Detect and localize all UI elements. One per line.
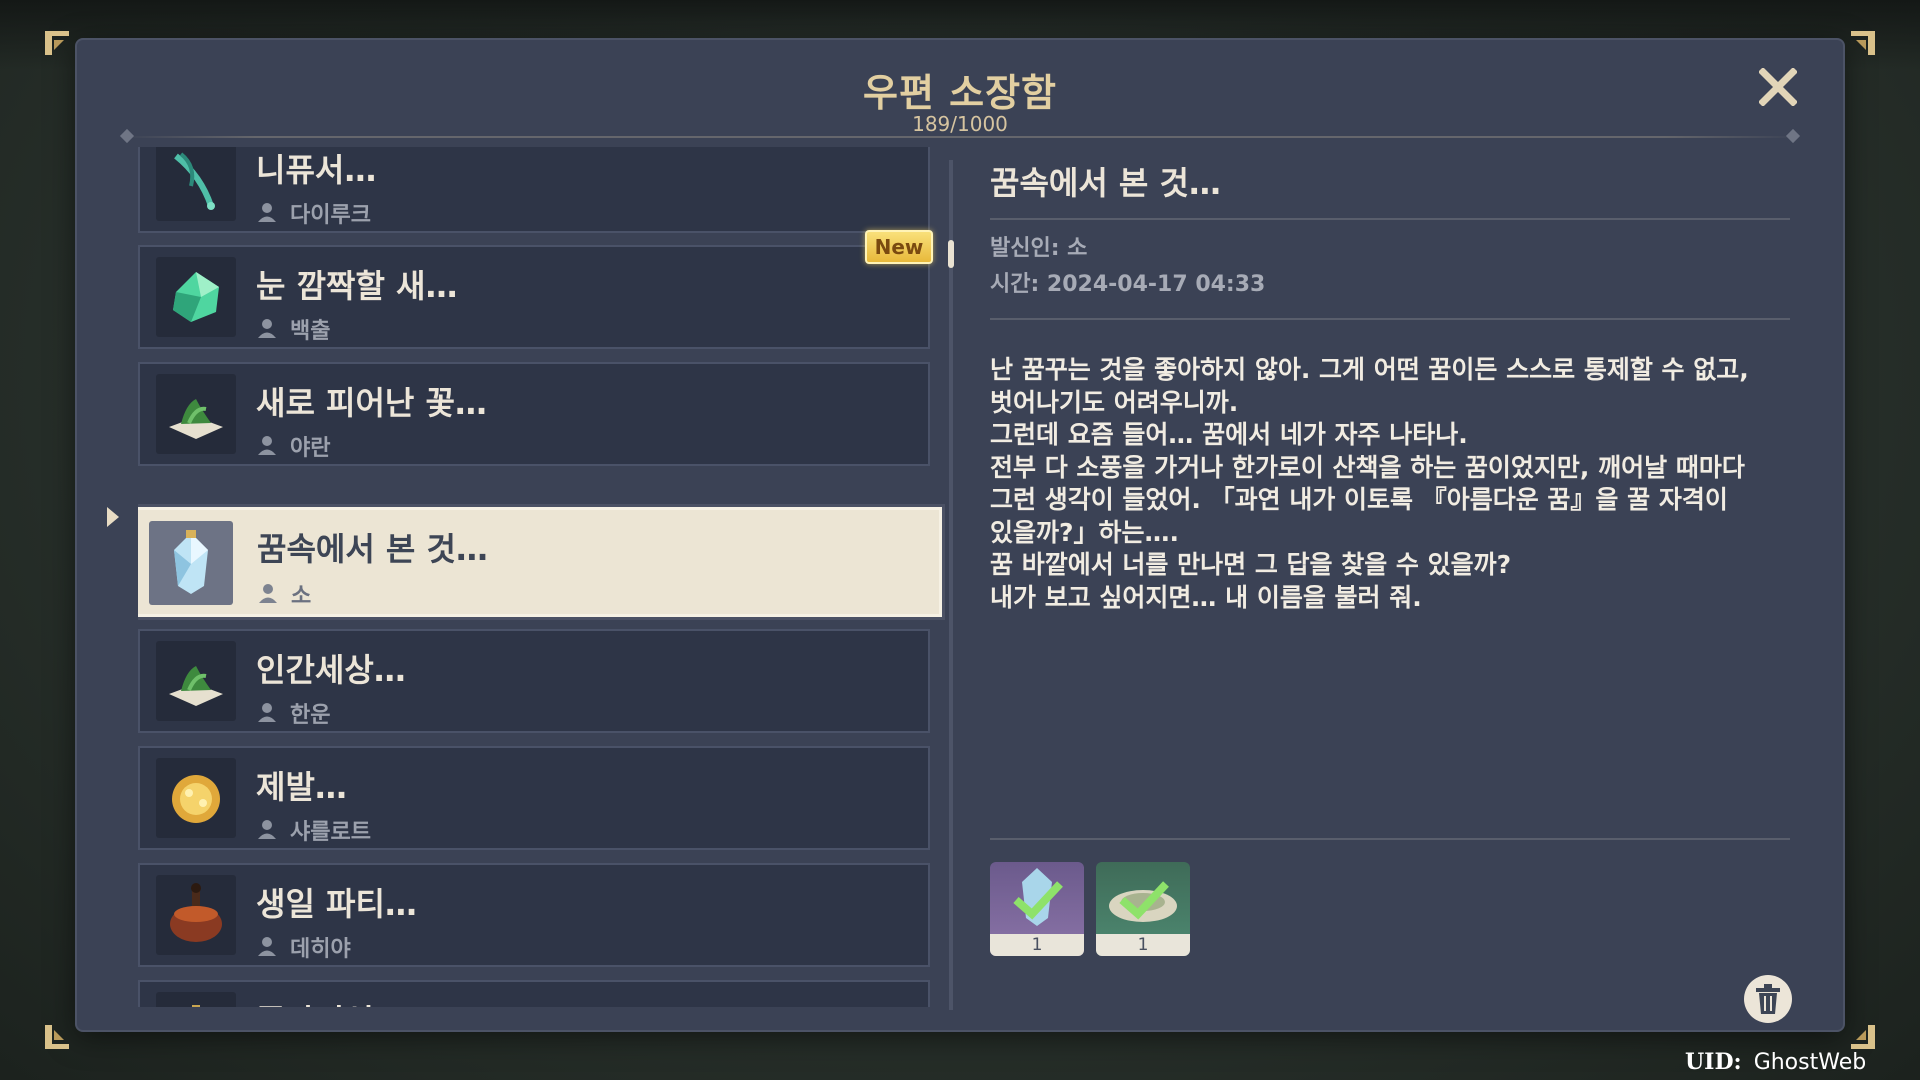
body-line: 꿈 바깥에서 너를 만나면 그 답을 찾을 수 있을까? (990, 550, 1512, 579)
sender-icon (259, 584, 277, 603)
dream-crystal-icon (149, 521, 233, 605)
scrollbar-thumb[interactable] (948, 240, 954, 268)
divider (990, 838, 1790, 840)
corner-ornament-icon (1848, 28, 1878, 58)
selection-arrow-icon (107, 507, 119, 527)
body-line: 그런데 요즘 들어… 꿈에서 네가 자주 나타나. (990, 420, 1468, 449)
body-line: 내가 보고 싶어지면… 내 이름을 불러 줘. (990, 582, 1422, 612)
mail-title: 생일 파티… (256, 885, 417, 923)
list-item[interactable]: 니퓨서… 다이루크 (138, 147, 930, 233)
new-badge: New (865, 230, 933, 264)
mail-count: 189/1000 (912, 112, 1008, 136)
list-item[interactable]: 제발… 샤를로트 (138, 746, 930, 850)
detail-title: 꿈속에서 본 것… (990, 164, 1221, 202)
detail-time: 시간: 2024-04-17 04:33 (990, 272, 1266, 297)
mail-title: 니퓨서… (256, 151, 377, 189)
header-divider (122, 136, 1798, 138)
mail-sender: 야란 (290, 436, 331, 461)
detail-body: 난 꿈꾸는 것을 좋아하지 않아. 그게 어떤 꿈이든 스스로 통제할 수 없고… (990, 354, 1790, 614)
sender-icon (258, 319, 276, 338)
list-item-selected[interactable]: 꿈속에서 본 것… 소 (138, 507, 942, 617)
list-item[interactable]: 새로 피어난 꽃… 야란 (138, 362, 930, 466)
list-item[interactable]: 생일 파티… 데히야 (138, 863, 930, 967)
mail-sender: 다이루크 (290, 203, 371, 228)
body-line: 벗어나기도 어려우니까. (990, 387, 1239, 417)
delete-button[interactable] (1744, 975, 1792, 1023)
crystal-icon (156, 257, 236, 337)
uid-display: UID: GhostWeb (1685, 1049, 1866, 1075)
feather-icon (156, 147, 236, 221)
list-item[interactable]: 인간세상… 한운 (138, 629, 930, 733)
crystal-claimed-icon (1013, 868, 1063, 926)
mail-sender: 한운 (290, 703, 331, 728)
dish-claimed-icon (1109, 881, 1177, 922)
sender-icon (258, 703, 276, 722)
body-line: 그런 생각이 들었어. 「과연 내가 이토록 『아름다운 꿈』을 꿀 자격이 (990, 485, 1728, 514)
dialog-title: 우편 소장함 (862, 71, 1058, 115)
herb-dish-icon (156, 641, 236, 721)
divider (990, 318, 1790, 320)
corner-ornament-icon (42, 28, 72, 58)
list-item[interactable]: 눈 깜짝할 새… 백출 (138, 245, 930, 349)
divider (990, 218, 1790, 220)
mail-sender: 데히야 (290, 937, 351, 962)
herb-dish-icon (156, 374, 236, 454)
corner-ornament-icon (42, 1022, 72, 1052)
mail-title: 꿈속에서 본 것… (257, 530, 488, 568)
list-item[interactable]: 폰타인성… (138, 980, 930, 1007)
mail-sender: 백출 (290, 319, 331, 344)
attachment-qty: 1 (990, 934, 1084, 956)
sender-icon (258, 436, 276, 455)
mail-title: 새로 피어난 꽃… (256, 384, 487, 422)
sender-icon (258, 203, 276, 222)
pastry-icon (156, 758, 236, 838)
mail-sender: 샤를로트 (290, 820, 371, 845)
mail-sender: 소 (291, 584, 312, 609)
sender-icon (258, 937, 276, 956)
body-line: 전부 다 소풍을 가거나 한가로이 산책을 하는 꿈이었지만, 깨어날 때마다 (990, 452, 1745, 482)
mail-title: 제발… (256, 768, 347, 806)
attachment-qty: 1 (1096, 934, 1190, 956)
mail-detail: 꿈속에서 본 것… 발신인: 소 시간: 2024-04-17 04:33 난 … (990, 150, 1790, 1020)
stew-pot-icon (156, 875, 236, 955)
body-line: 난 꿈꾸는 것을 좋아하지 않아. 그게 어떤 꿈이든 스스로 통제할 수 없고… (990, 355, 1749, 384)
uid-label: UID: (1685, 1049, 1742, 1075)
list-scrollbar[interactable] (948, 160, 954, 1010)
mail-title: 눈 깜짝할 새… (256, 267, 458, 305)
gear-icon (156, 992, 236, 1007)
mail-list[interactable]: 니퓨서… 다이루크 눈 깜짝할 새… 백출 새로 피어난 꽃… 야란 꿈속에서 … (138, 147, 950, 1007)
corner-ornament-icon (1848, 1022, 1878, 1052)
trash-icon (1756, 984, 1780, 1014)
mail-title: 폰타인성… (256, 996, 406, 1007)
attachment-item[interactable]: 1 (990, 862, 1084, 956)
body-line: 있을까?」하는…. (990, 517, 1179, 547)
close-button[interactable] (1753, 62, 1803, 112)
uid-value: GhostWeb (1753, 1050, 1867, 1075)
attachment-item[interactable]: 1 (1096, 862, 1190, 956)
detail-sender: 발신인: 소 (990, 236, 1088, 261)
sender-icon (258, 820, 276, 839)
mail-dialog: 우편 소장함 189/1000 니퓨서… 다이루크 눈 깜짝할 새… 백출 새로… (45, 31, 1875, 1049)
mail-title: 인간세상… (256, 651, 406, 689)
close-icon (1759, 68, 1797, 106)
